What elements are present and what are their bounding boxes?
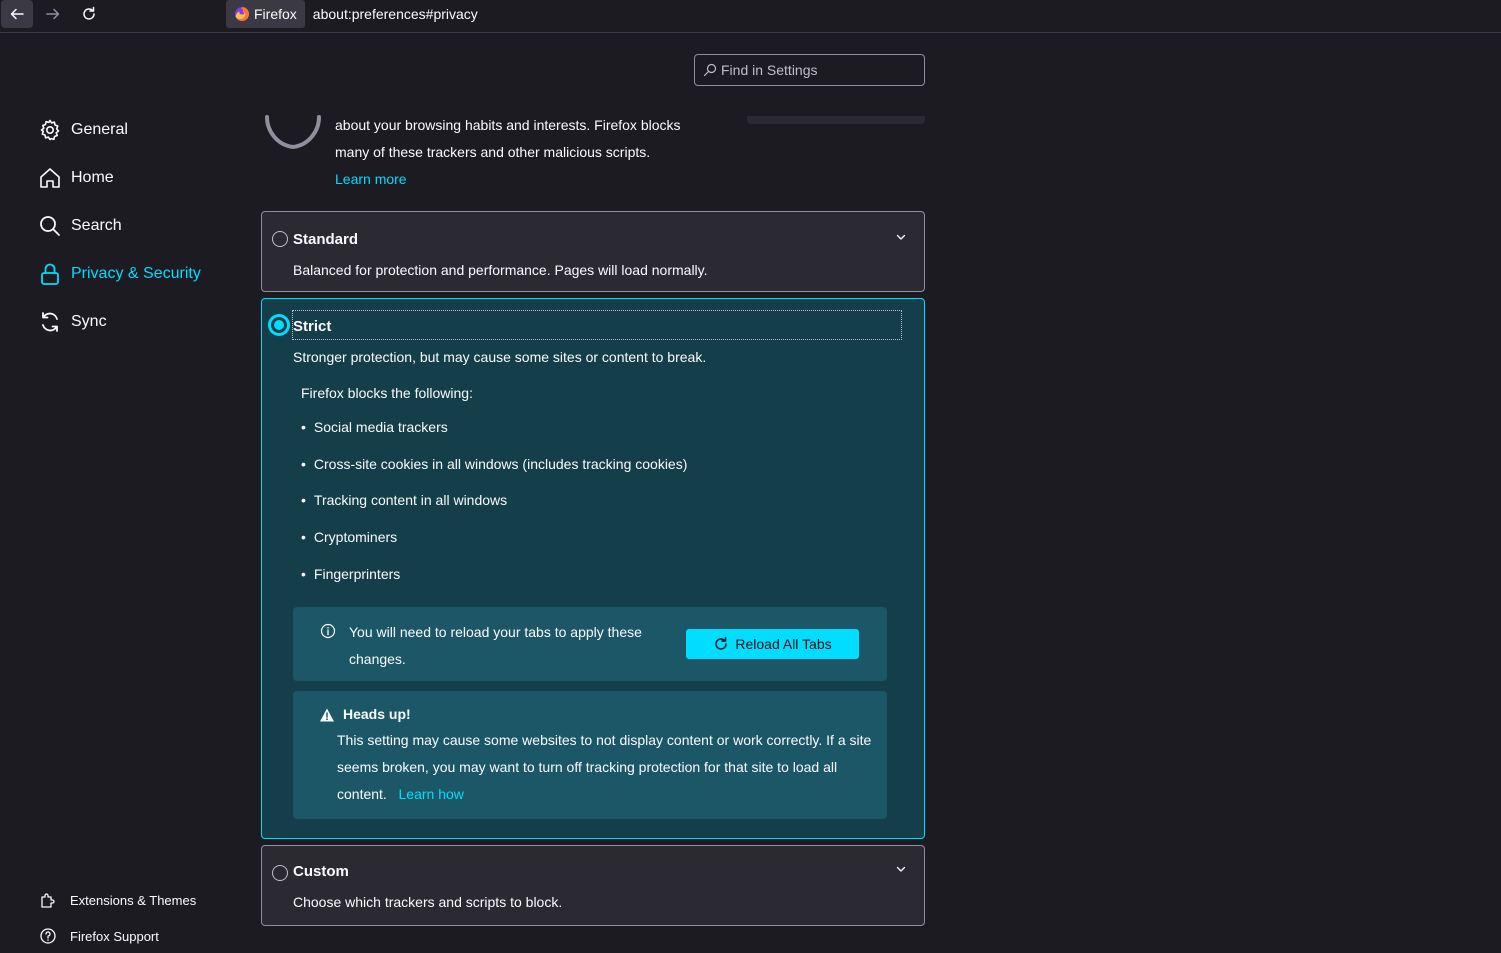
- tracking-protection-illustration-icon: [265, 115, 321, 150]
- sidebar-footer-extensions-themes[interactable]: Extensions & Themes: [39, 891, 196, 909]
- forward-button[interactable]: [37, 0, 69, 28]
- list-item: Fingerprinters: [301, 555, 687, 592]
- strict-option-card[interactable]: Strict Stronger protection, but may caus…: [261, 298, 925, 839]
- sidebar-item-search[interactable]: Search: [38, 211, 122, 241]
- strict-radio[interactable]: [269, 315, 289, 335]
- blocked-items-list: Social media trackers Cross-site cookies…: [301, 409, 687, 592]
- identity-box[interactable]: Firefox: [226, 0, 305, 28]
- list-item: Tracking content in all windows: [301, 482, 687, 519]
- sidebar-item-home[interactable]: Home: [38, 163, 114, 193]
- url-bar[interactable]: Firefox about:preferences#privacy: [226, 0, 1501, 28]
- footer-label: Extensions & Themes: [70, 892, 197, 908]
- focus-ring: [292, 310, 902, 340]
- exceptions-panel-edge: [747, 116, 925, 124]
- blocks-heading: Firefox blocks the following:: [301, 385, 473, 401]
- puzzle-piece-icon: [41, 893, 55, 908]
- chevron-down-icon[interactable]: [895, 863, 907, 875]
- home-icon: [40, 168, 60, 188]
- list-item: Social media trackers: [301, 409, 687, 446]
- firefox-logo-icon: [235, 6, 250, 21]
- reload-button-label: Reload All Tabs: [735, 636, 832, 652]
- reload-icon: [83, 6, 95, 20]
- back-button[interactable]: [1, 0, 33, 28]
- standard-option-card[interactable]: Standard Balanced for protection and per…: [261, 211, 925, 292]
- url-text[interactable]: about:preferences#privacy: [313, 6, 478, 22]
- standard-radio[interactable]: [272, 231, 288, 247]
- search-placeholder: Find in Settings: [721, 62, 818, 78]
- custom-description: Choose which trackers and scripts to blo…: [293, 894, 563, 910]
- intro-line: many of these trackers and other malicio…: [335, 144, 651, 160]
- identity-label: Firefox: [254, 6, 297, 22]
- chevron-down-icon[interactable]: [895, 231, 907, 243]
- sidebar-item-label: Sync: [71, 313, 107, 330]
- warning-icon: [320, 708, 334, 722]
- warning-text: This setting may cause some websites to …: [337, 727, 877, 808]
- sidebar-item-sync[interactable]: Sync: [38, 307, 107, 337]
- reload-all-tabs-button[interactable]: Reload All Tabs: [686, 629, 859, 659]
- sidebar-item-privacy-security[interactable]: Privacy & Security: [38, 259, 201, 289]
- heads-up-warning: Heads up! This setting may cause some we…: [293, 691, 887, 819]
- gear-icon: [40, 119, 60, 141]
- learn-how-link[interactable]: Learn how: [399, 786, 464, 802]
- reload-tabs-notice: You will need to reload your tabs to app…: [293, 607, 887, 681]
- custom-radio[interactable]: [272, 865, 288, 881]
- search-icon: [703, 63, 717, 77]
- list-item: Cryptominers: [301, 519, 687, 556]
- search-icon: [40, 216, 60, 236]
- reload-notice-text: You will need to reload your tabs to app…: [349, 624, 642, 667]
- standard-description: Balanced for protection and performance.…: [293, 262, 708, 278]
- help-icon: [40, 928, 56, 944]
- custom-option-card[interactable]: Custom Choose which trackers and scripts…: [261, 845, 925, 926]
- reload-button[interactable]: [73, 0, 105, 28]
- footer-label: Firefox Support: [70, 928, 159, 944]
- standard-title: Standard: [293, 231, 359, 248]
- find-in-settings-input[interactable]: Find in Settings: [694, 54, 925, 86]
- list-item: Cross-site cookies in all windows (inclu…: [301, 446, 687, 483]
- custom-title: Custom: [293, 863, 349, 880]
- learn-more-link[interactable]: Learn more: [335, 171, 407, 187]
- sidebar-item-label: General: [71, 121, 128, 138]
- sidebar-item-general[interactable]: General: [38, 115, 128, 145]
- sync-icon: [42, 312, 58, 332]
- intro-line: about your browsing habits and interests…: [335, 117, 681, 133]
- info-icon: [320, 623, 336, 639]
- sidebar-footer-firefox-support[interactable]: Firefox Support: [39, 927, 159, 945]
- reload-icon: [715, 636, 728, 650]
- warning-title: Heads up!: [343, 706, 411, 722]
- strict-description: Stronger protection, but may cause some …: [293, 349, 707, 365]
- sidebar-item-label: Privacy & Security: [71, 265, 201, 282]
- arrow-left-icon: [10, 8, 24, 20]
- lock-icon: [41, 263, 59, 285]
- arrow-right-icon: [46, 8, 60, 20]
- strict-title: Strict: [293, 318, 332, 335]
- navigation-toolbar: Firefox about:preferences#privacy: [0, 0, 1501, 33]
- sidebar-item-label: Search: [71, 217, 122, 234]
- sidebar-item-label: Home: [71, 169, 114, 186]
- intro-description: about your browsing habits and interests…: [335, 112, 735, 193]
